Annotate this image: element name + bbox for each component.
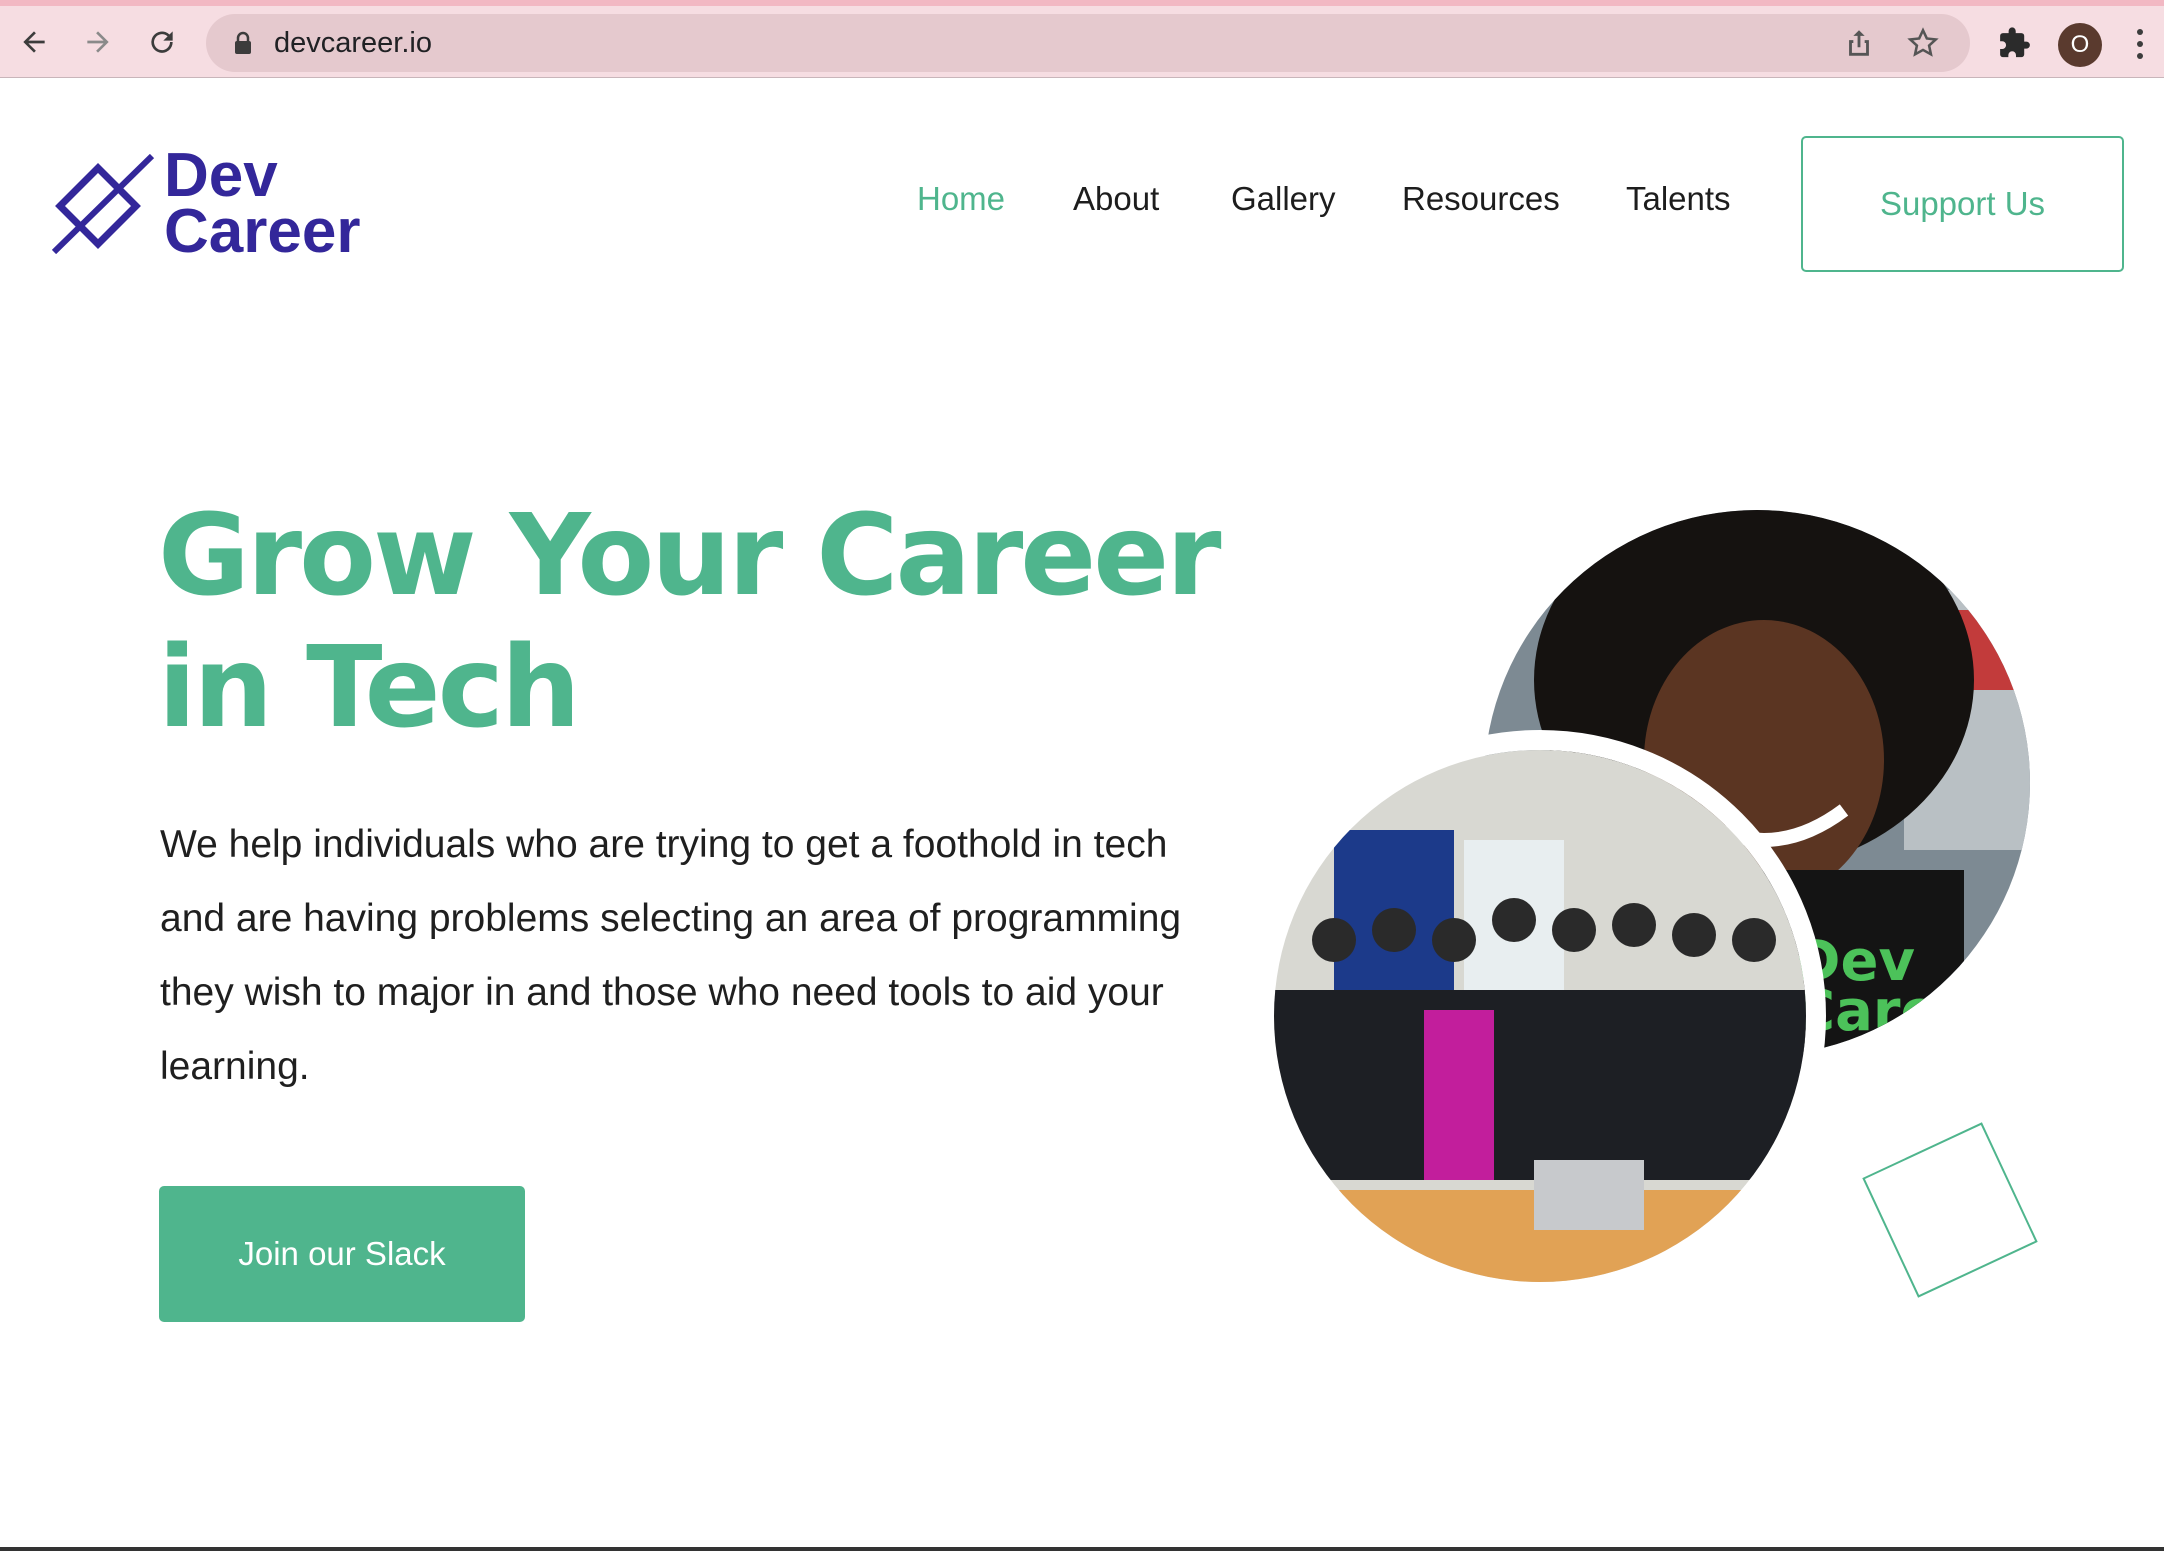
decorative-square xyxy=(1862,1122,2038,1298)
window-bottom-edge xyxy=(0,1547,2164,1551)
profile-avatar[interactable]: O xyxy=(2058,23,2102,67)
nav-home[interactable]: Home xyxy=(917,180,1005,218)
share-icon[interactable] xyxy=(1842,26,1876,60)
group-photo xyxy=(1254,730,1826,1302)
nav-gallery[interactable]: Gallery xyxy=(1231,180,1336,218)
puzzle-icon[interactable] xyxy=(1998,26,2032,60)
browser-toolbar: devcareer.io O xyxy=(0,0,2164,78)
reload-icon[interactable] xyxy=(140,20,184,64)
address-bar[interactable]: devcareer.io xyxy=(206,14,1970,72)
url-text[interactable]: devcareer.io xyxy=(274,27,432,60)
support-us-button[interactable]: Support Us xyxy=(1801,136,2124,272)
nav-about[interactable]: About xyxy=(1073,180,1159,218)
nav-talents[interactable]: Talents xyxy=(1626,180,1731,218)
join-slack-button[interactable]: Join our Slack xyxy=(159,1186,525,1322)
hero-description: We help individuals who are trying to ge… xyxy=(160,823,1182,1088)
nav-resources[interactable]: Resources xyxy=(1402,180,1560,218)
star-icon[interactable] xyxy=(1906,26,1940,60)
back-arrow-icon[interactable] xyxy=(12,20,56,64)
hero-title: Grow Your Career in Tech xyxy=(158,491,1221,753)
kebab-menu-icon[interactable] xyxy=(2130,26,2150,62)
profile-initial: O xyxy=(2070,31,2090,58)
lock-icon xyxy=(235,31,251,54)
forward-arrow-icon[interactable] xyxy=(76,20,120,64)
